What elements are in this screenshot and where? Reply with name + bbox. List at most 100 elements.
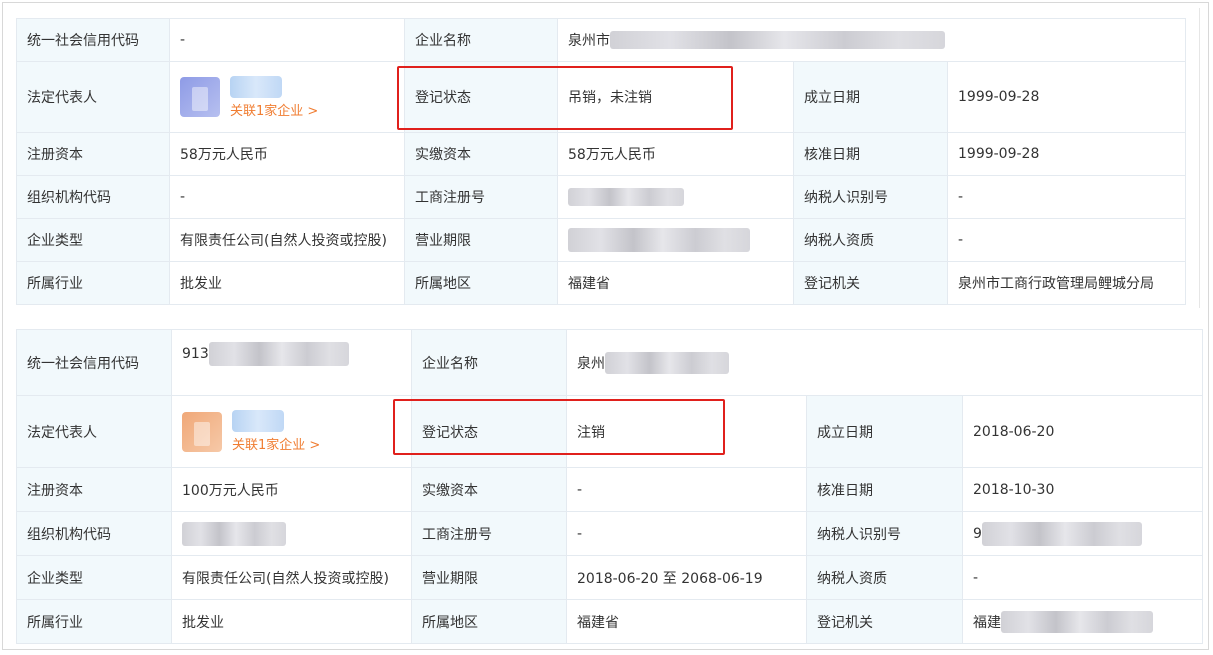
- label-approval-date: 核准日期: [793, 132, 948, 176]
- value-founded: 1999-09-28: [946, 61, 1187, 133]
- redacted-company-name: [610, 31, 945, 49]
- label-org-code: 组织机构代码: [16, 175, 170, 219]
- label-taxpayer-id: 纳税人识别号: [793, 175, 948, 219]
- value-org-code: [171, 511, 412, 556]
- redacted-legal-rep-name[interactable]: [232, 410, 284, 432]
- label-company-name: 企业名称: [404, 18, 558, 62]
- label-legal-rep: 法定代表人: [16, 61, 170, 133]
- label-region: 所属地区: [411, 599, 567, 644]
- label-taxpayer-qual: 纳税人资质: [793, 218, 948, 262]
- value-paid-capital: 58万元人民币: [557, 132, 794, 176]
- table-row: 企业类型 有限责任公司(自然人投资或控股) 营业期限 2018-06-20 至 …: [16, 555, 1204, 600]
- avatar[interactable]: [180, 77, 220, 117]
- label-credit-code: 统一社会信用代码: [16, 18, 170, 62]
- redacted-biz-term: [568, 228, 750, 252]
- value-approval-date: 1999-09-28: [946, 132, 1187, 176]
- company-name-prefix: 泉州市: [568, 33, 610, 49]
- scrollbar-edge: [1199, 8, 1200, 308]
- table-row: 注册资本 100万元人民币 实缴资本 - 核准日期 2018-10-30: [16, 467, 1204, 512]
- related-companies-link[interactable]: 关联1家企业 >: [230, 100, 318, 119]
- table-row: 统一社会信用代码 913 企业名称 泉州: [16, 329, 1204, 396]
- label-founded: 成立日期: [793, 61, 948, 133]
- table-row: 企业类型 有限责任公司(自然人投资或控股) 营业期限 纳税人资质 -: [16, 218, 1187, 262]
- label-biz-term: 营业期限: [404, 218, 558, 262]
- value-credit-code: -: [169, 18, 405, 62]
- value-reg-status: 吊销，未注销: [557, 61, 794, 133]
- value-company-name: 泉州: [565, 329, 1204, 396]
- table-row: 所属行业 批发业 所属地区 福建省 登记机关 泉州市工商行政管理局鲤城分局: [16, 261, 1187, 305]
- related-companies-link[interactable]: 关联1家企业 >: [232, 434, 320, 453]
- label-reg-status: 登记状态: [404, 61, 558, 133]
- value-reg-capital: 100万元人民币: [171, 467, 412, 512]
- table-row: 法定代表人 关联1家企业 > 登记状态 注销 成立日期 2018-06-20: [16, 395, 1204, 468]
- label-company-name: 企业名称: [411, 329, 567, 396]
- value-reg-authority: 泉州市工商行政管理局鲤城分局: [946, 261, 1187, 305]
- value-legal-rep: 关联1家企业 >: [171, 395, 412, 468]
- label-paid-capital: 实缴资本: [411, 467, 567, 512]
- table-row: 法定代表人 关联1家企业 > 登记状态 吊销，未注销 成立日期 1999-09-…: [16, 61, 1187, 133]
- table-row: 所属行业 批发业 所属地区 福建省 登记机关 福建: [16, 599, 1204, 644]
- label-org-code: 组织机构代码: [16, 511, 172, 556]
- value-paid-capital: -: [566, 467, 807, 512]
- label-founded: 成立日期: [806, 395, 963, 468]
- label-industry: 所属行业: [16, 599, 172, 644]
- label-reg-status: 登记状态: [411, 395, 567, 468]
- value-founded: 2018-06-20: [961, 395, 1204, 468]
- label-reg-authority: 登记机关: [806, 599, 963, 644]
- label-taxpayer-id: 纳税人识别号: [806, 511, 963, 556]
- redacted-biz-reg-no: [568, 188, 684, 206]
- redacted-reg-authority: [1001, 610, 1153, 633]
- value-taxpayer-id: 9: [961, 511, 1204, 556]
- value-biz-reg-no: [557, 175, 794, 219]
- value-credit-code: 913: [171, 329, 412, 396]
- table-row: 统一社会信用代码 - 企业名称 泉州市: [16, 18, 1187, 62]
- value-reg-status: 注销: [566, 395, 807, 468]
- value-biz-term: 2018-06-20 至 2068-06-19: [566, 555, 807, 600]
- label-paid-capital: 实缴资本: [404, 132, 558, 176]
- label-region: 所属地区: [404, 261, 558, 305]
- taxpayer-id-prefix: 9: [973, 525, 982, 542]
- table-row: 注册资本 58万元人民币 实缴资本 58万元人民币 核准日期 1999-09-2…: [16, 132, 1187, 176]
- label-biz-reg-no: 工商注册号: [411, 511, 567, 556]
- value-approval-date: 2018-10-30: [961, 467, 1204, 512]
- value-region: 福建省: [557, 261, 794, 305]
- value-company-type: 有限责任公司(自然人投资或控股): [171, 555, 412, 600]
- redacted-legal-rep-name[interactable]: [230, 75, 282, 98]
- value-taxpayer-qual: -: [961, 555, 1204, 600]
- redacted-credit-code: [208, 342, 349, 366]
- value-industry: 批发业: [169, 261, 405, 305]
- avatar[interactable]: [182, 411, 222, 452]
- company-info-table-2: 统一社会信用代码 913 企业名称 泉州 法定代表人 关联1家企业 > 登记状态…: [16, 329, 1204, 644]
- value-company-type: 有限责任公司(自然人投资或控股): [169, 218, 405, 262]
- value-biz-reg-no: -: [566, 511, 807, 556]
- redacted-company-name: [605, 351, 729, 374]
- label-reg-authority: 登记机关: [793, 261, 948, 305]
- value-company-name: 泉州市: [556, 18, 1187, 62]
- label-biz-reg-no: 工商注册号: [404, 175, 558, 219]
- redacted-org-code: [182, 521, 286, 546]
- label-approval-date: 核准日期: [806, 467, 963, 512]
- redacted-taxpayer-id: [981, 521, 1142, 546]
- value-reg-capital: 58万元人民币: [169, 132, 405, 176]
- label-taxpayer-qual: 纳税人资质: [806, 555, 963, 600]
- value-region: 福建省: [566, 599, 807, 644]
- label-reg-capital: 注册资本: [16, 132, 170, 176]
- label-biz-term: 营业期限: [411, 555, 567, 600]
- value-taxpayer-qual: -: [946, 218, 1187, 262]
- label-industry: 所属行业: [16, 261, 170, 305]
- value-taxpayer-id: -: [946, 175, 1187, 219]
- company-name-prefix: 泉州: [577, 355, 605, 372]
- value-legal-rep: 关联1家企业 >: [169, 61, 405, 133]
- value-biz-term: [557, 218, 794, 262]
- label-credit-code: 统一社会信用代码: [16, 329, 172, 396]
- table-row: 组织机构代码 - 工商注册号 纳税人识别号 -: [16, 175, 1187, 219]
- table-row: 组织机构代码 工商注册号 - 纳税人识别号 9: [16, 511, 1204, 556]
- value-reg-authority: 福建: [961, 599, 1204, 644]
- reg-authority-prefix: 福建: [973, 614, 1001, 631]
- value-org-code: -: [169, 175, 405, 219]
- label-legal-rep: 法定代表人: [16, 395, 172, 468]
- label-reg-capital: 注册资本: [16, 467, 172, 512]
- value-industry: 批发业: [171, 599, 412, 644]
- label-company-type: 企业类型: [16, 218, 170, 262]
- credit-code-prefix: 913: [182, 346, 209, 362]
